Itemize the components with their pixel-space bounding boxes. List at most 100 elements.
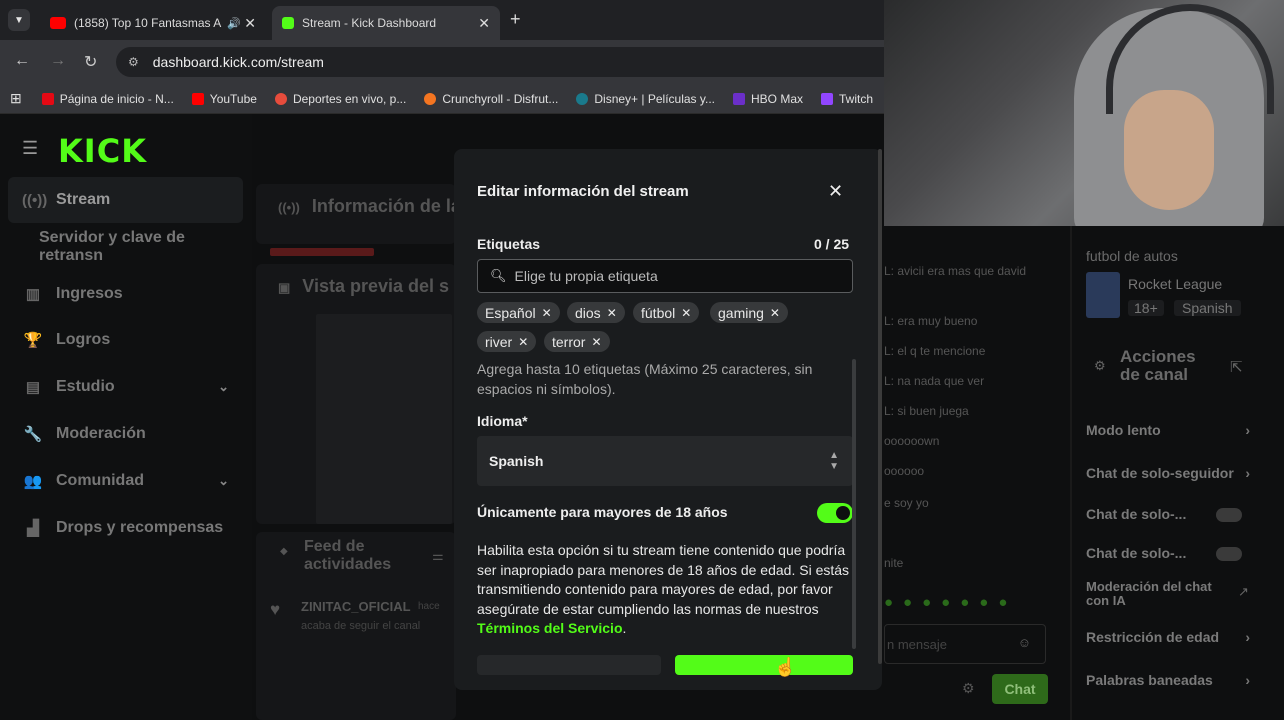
action-banned-words[interactable]: Palabras baneadas › xyxy=(1086,672,1276,688)
bookmark-item[interactable]: Crunchyroll - Disfrut... xyxy=(424,92,558,106)
chat-send-button[interactable]: Chat xyxy=(992,674,1048,704)
modal-scrollbar[interactable] xyxy=(852,359,856,649)
age-restriction-toggle[interactable] xyxy=(817,503,853,523)
new-tab-button[interactable]: + xyxy=(510,9,521,30)
close-icon[interactable]: ✕ xyxy=(828,181,843,202)
action-emotes-only[interactable]: Chat de solo-... xyxy=(1086,545,1276,561)
bookmark-icon xyxy=(41,92,54,105)
remove-tag-icon[interactable]: ✕ xyxy=(591,335,601,349)
sidebar-item-label: Ingresos xyxy=(56,285,123,302)
close-tab-icon[interactable]: ✕ xyxy=(478,15,490,32)
chat-message: oooooown xyxy=(884,434,940,448)
remove-tag-icon[interactable]: ✕ xyxy=(518,335,528,349)
sidebar-item-drops[interactable]: ▟ Drops y recompensas xyxy=(8,505,243,551)
language-select[interactable]: Spanish ▲ ▼ xyxy=(477,436,853,486)
back-icon[interactable]: ← xyxy=(14,52,30,70)
sidebar-item-label: Stream xyxy=(56,191,111,208)
remove-tag-icon[interactable]: ✕ xyxy=(770,306,780,320)
sidebar-item-logros[interactable]: 🏆 Logros xyxy=(8,317,243,363)
emote-row[interactable]: ●●●●●●● xyxy=(884,594,1044,614)
filter-icon[interactable]: ⚌ xyxy=(432,548,444,564)
bookmark-item[interactable]: Twitch xyxy=(821,92,873,106)
chat-message: e soy yo xyxy=(884,496,929,510)
sidebar-item-label: Estudio xyxy=(56,378,115,395)
chat-message: nite xyxy=(884,556,904,570)
broadcast-icon: ((•)) xyxy=(278,200,300,215)
action-age-restriction[interactable]: Restricción de edad › xyxy=(1086,629,1276,645)
action-label: Modo lento xyxy=(1086,422,1161,438)
site-settings-icon[interactable]: ⚙ xyxy=(128,55,139,69)
sidebar-item-ingresos[interactable]: ▥ Ingresos xyxy=(8,271,243,317)
bookmark-item[interactable]: HBO Max xyxy=(732,91,803,106)
forward-icon[interactable]: → xyxy=(50,52,66,70)
tag-search-input[interactable]: 🔍︎ Elige tu propia etiqueta xyxy=(477,259,853,293)
sidebar-item-label: Drops y recompensas xyxy=(56,519,224,536)
sidebar-item-estudio[interactable]: ▤ Estudio ⌄ xyxy=(8,364,243,410)
action-ai-moderation[interactable]: Moderación del chat con IA xyxy=(1086,580,1226,608)
sidebar-item-moderacion[interactable]: 🔧 Moderación xyxy=(8,411,243,457)
emotes-only-toggle[interactable] xyxy=(1216,547,1242,561)
category-thumbnail[interactable] xyxy=(1086,272,1120,318)
category-name[interactable]: Rocket League xyxy=(1128,276,1222,292)
address-bar[interactable]: ⚙ dashboard.kick.com/stream xyxy=(116,47,884,77)
cancel-button[interactable] xyxy=(477,655,661,675)
menu-icon[interactable]: ☰ xyxy=(22,138,38,159)
activity-feed-title: Feed de actividades xyxy=(304,538,392,573)
sidebar-item-label: Logros xyxy=(56,331,111,348)
tab-search-button[interactable]: ▼ xyxy=(8,9,30,31)
close-tab-icon[interactable]: ✕ xyxy=(244,15,256,32)
bookmark-item[interactable]: Disney+ | Películas y... xyxy=(576,92,715,106)
bookmark-item[interactable]: Deportes en vivo, p... xyxy=(274,92,406,106)
feed-action: acaba de seguir el canal xyxy=(301,620,421,632)
tag-chip: Español ✕ xyxy=(477,302,560,323)
reload-icon[interactable]: ↻ xyxy=(84,52,97,72)
preview-icon: ▣ xyxy=(278,280,291,295)
bookmark-label: HBO Max xyxy=(750,91,803,106)
tag-chip-label: dios xyxy=(575,304,601,321)
status-badge xyxy=(270,248,374,256)
speaker-icon[interactable]: 🔊 xyxy=(227,17,241,30)
apps-icon[interactable]: ⊞ xyxy=(10,90,22,107)
stream-preview-thumbnail xyxy=(316,314,452,524)
sidebar-item-server-key[interactable]: Servidor y clave de retransn xyxy=(8,224,243,270)
terms-of-service-link[interactable]: Términos del Servicio xyxy=(477,620,623,636)
crunchyroll-icon xyxy=(424,92,437,105)
browser-tab-kick[interactable]: Stream - Kick Dashboard ✕ xyxy=(272,6,500,40)
action-subs-only[interactable]: Chat de solo-... xyxy=(1086,506,1276,522)
sidebar-item-stream[interactable]: ((•)) Stream xyxy=(8,177,243,223)
chart-icon: ▥ xyxy=(25,286,41,303)
page-scrollbar[interactable] xyxy=(878,149,882,664)
chat-input[interactable]: n mensaje ☺ xyxy=(884,624,1046,664)
remove-tag-icon[interactable]: ✕ xyxy=(607,306,617,320)
diamond-icon: ◆ xyxy=(280,546,288,557)
emoji-icon[interactable]: ☺ xyxy=(1018,635,1031,650)
bookmark-item[interactable]: YouTube xyxy=(191,91,257,106)
subs-only-toggle[interactable] xyxy=(1216,508,1242,522)
tag-chip: terror ✕ xyxy=(544,331,610,352)
popout-icon[interactable]: ⇱ xyxy=(1230,358,1243,376)
tags-help-text: Agrega hasta 10 etiquetas (Máximo 25 car… xyxy=(477,361,813,397)
action-followers-only[interactable]: Chat de solo-seguidor › xyxy=(1086,465,1276,481)
chevron-right-icon: › xyxy=(1245,672,1250,688)
hand-cursor-icon: ☝ xyxy=(774,657,797,677)
disney-icon xyxy=(576,92,589,105)
feed-username[interactable]: ZINITAC_OFICIAL xyxy=(301,599,411,614)
action-slow-mode[interactable]: Modo lento › xyxy=(1086,422,1276,438)
bookmark-label: Página de inicio - N... xyxy=(59,91,174,106)
stream-preview-title-text: Vista previa del s xyxy=(302,276,450,296)
wrench-icon: 🔧 xyxy=(23,426,43,443)
remove-tag-icon[interactable]: ✕ xyxy=(542,306,552,320)
kick-logo[interactable]: KICK xyxy=(58,132,147,170)
category-title: futbol de autos xyxy=(1086,248,1178,264)
save-button[interactable] xyxy=(675,655,853,675)
tag-chip-label: gaming xyxy=(718,304,764,321)
bookmark-label: YouTube xyxy=(209,91,257,106)
sidebar-item-comunidad[interactable]: 👥 Comunidad ⌄ xyxy=(8,458,243,504)
gear-icon[interactable]: ⚙ xyxy=(962,680,975,697)
bookmark-item[interactable]: Página de inicio - N... xyxy=(41,91,174,106)
browser-tab-youtube[interactable]: (1858) Top 10 Fantasmas A 🔊 ✕ xyxy=(40,6,266,40)
bookmark-label: Disney+ | Películas y... xyxy=(594,91,715,106)
tag-chip-label: terror xyxy=(552,333,586,350)
sidebar-item-label: Servidor y clave de retransn xyxy=(39,229,185,264)
remove-tag-icon[interactable]: ✕ xyxy=(681,306,691,320)
